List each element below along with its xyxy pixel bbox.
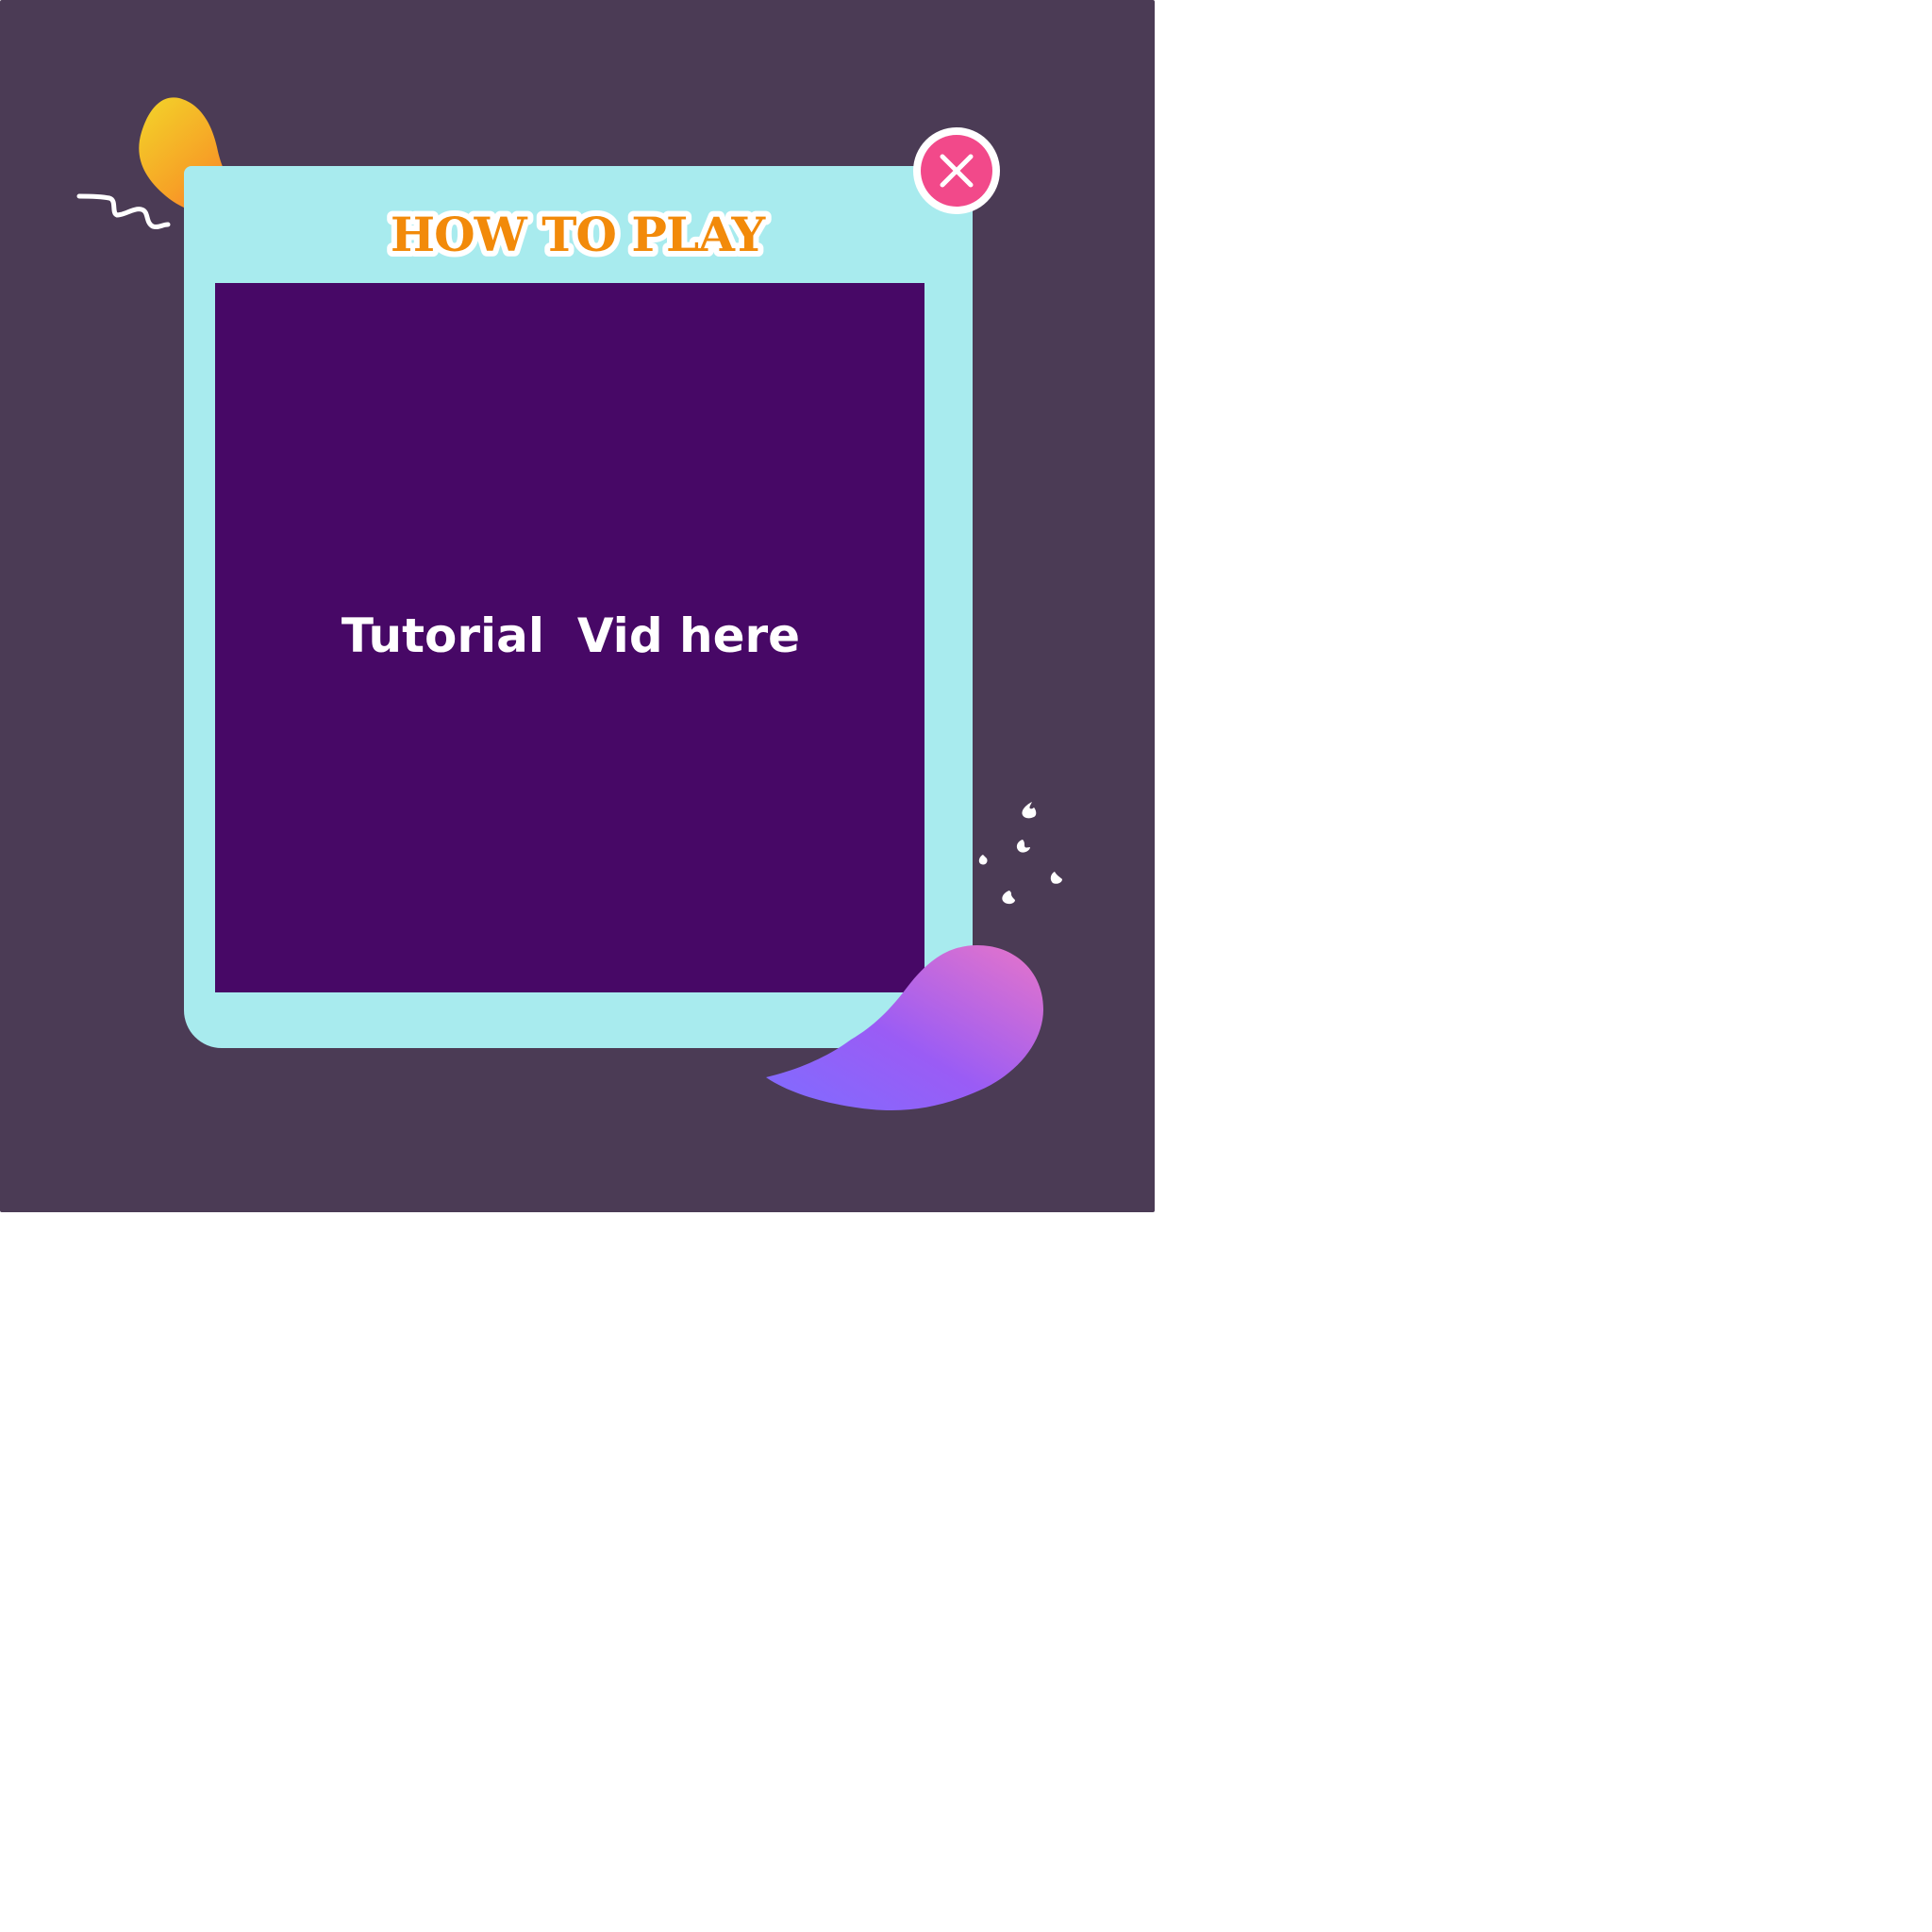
how-to-play-panel: Tutorial Vid here	[184, 166, 973, 1048]
close-button-face	[921, 135, 992, 207]
title-banner: HOW TO PLAY HOW TO PLAY	[385, 192, 774, 277]
video-placeholder-text: Tutorial Vid here	[341, 608, 801, 663]
purple-drop-decoration	[766, 945, 1043, 1111]
title-graphic: HOW TO PLAY HOW TO PLAY	[385, 201, 774, 268]
game-screen: Tutorial Vid here HOW TO PLAY HOW TO PLA…	[0, 0, 1155, 1212]
tutorial-video-area[interactable]: Tutorial Vid here	[215, 283, 924, 992]
squiggle-decoration	[76, 193, 171, 230]
sparkle-drops-decoration	[978, 802, 1062, 905]
close-icon	[940, 154, 974, 188]
title-text: HOW TO PLAY	[391, 207, 767, 262]
close-button[interactable]	[913, 127, 1000, 214]
